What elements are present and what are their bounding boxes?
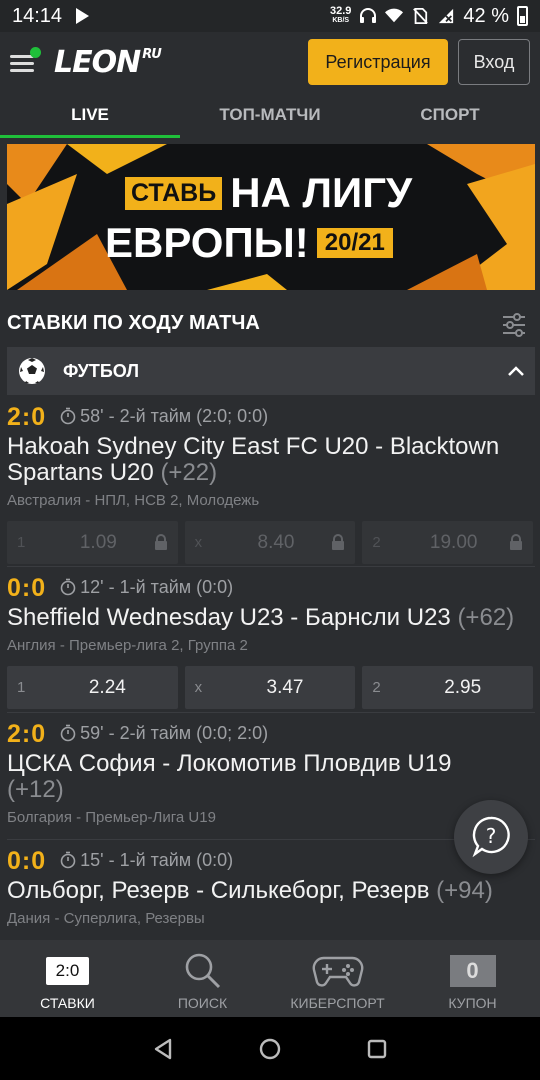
match-league: Англия - Премьер-лига 2, Группа 2 [7, 637, 248, 654]
no-sim-icon [413, 8, 429, 24]
banner-tag: СТАВЬ [125, 176, 223, 210]
bottom-nav: 2:0 СТАВКИ ПОИСК КИБЕРСПОРТ 0 КУПОН [0, 940, 540, 1017]
headphones-icon [360, 8, 377, 23]
tab-live[interactable]: LIVE [0, 92, 180, 138]
match-time: 59' - 2-й тайм (0:0; 2:0) [80, 722, 269, 743]
match-score: 2:0 [7, 403, 47, 431]
odd-button-x[interactable]: x 3.47 [184, 666, 356, 709]
match-card[interactable]: 2:0 58' - 2-й тайм (2:0; 0:0) Hakoah Syd… [0, 403, 540, 564]
match-teams: Hakoah Sydney City East FC U20 - Blackto… [7, 433, 500, 486]
match-card[interactable]: 0:0 15' - 1-й тайм (0:0) Ольборг, Резерв… [0, 847, 540, 927]
gamepad-icon [312, 956, 363, 987]
match-teams: Ольборг, Резерв - Силькеборг, Резерв [7, 877, 430, 904]
nav-label: КУПОН [448, 995, 497, 1011]
stopwatch-icon [60, 851, 76, 869]
match-time: 12' - 1-й тайм (0:0) [80, 576, 234, 597]
live-score-badge: 2:0 [45, 957, 90, 985]
odd-button-2[interactable]: 2 2.95 [362, 666, 534, 709]
divider [7, 566, 535, 567]
status-time: 14:14 [12, 4, 63, 27]
chevron-up-icon[interactable] [507, 365, 525, 377]
more-markets-count[interactable]: (+94) [436, 877, 493, 904]
banner-headline-2: ЕВРОПЫ! [105, 219, 309, 266]
app-header: LEON RU Регистрация Вход [0, 32, 540, 92]
battery-icon [517, 6, 528, 26]
main-tabs: LIVE ТОП-МАТЧИ СПОРТ [0, 92, 540, 138]
odd-button-1[interactable]: 1 2.24 [7, 666, 178, 709]
signal-icon [439, 8, 454, 24]
lock-icon [510, 534, 523, 550]
tab-top-matches[interactable]: ТОП-МАТЧИ [180, 92, 360, 138]
sport-name: ФУТБОЛ [63, 360, 139, 381]
match-league: Дания - Суперлига, Резервы [7, 910, 205, 927]
section-title: СТАВКИ ПО ХОДУ МАТЧА [7, 312, 260, 334]
nav-label: СТАВКИ [40, 995, 95, 1011]
match-score: 0:0 [7, 847, 47, 875]
search-icon [185, 953, 220, 989]
soccer-ball-icon [19, 358, 45, 384]
promo-banner[interactable]: СТАВЬ НА ЛИГУ ЕВРОПЫ! 20/21 [7, 144, 535, 290]
status-bar: 14:14 32.9 KB/S 42 % [0, 0, 540, 32]
match-league: Болгария - Премьер-Лига U19 [7, 809, 216, 826]
network-speed: 32.9 KB/S [329, 5, 352, 25]
menu-button[interactable] [10, 47, 42, 75]
match-score: 2:0 [7, 720, 47, 748]
more-markets-count[interactable]: (+22) [160, 459, 217, 486]
stopwatch-icon [60, 724, 76, 742]
match-teams: Sheffield Wednesday U23 - Барнсли U23 [7, 604, 451, 631]
filter-settings-icon[interactable] [502, 312, 526, 338]
help-chat-icon: ? [472, 816, 510, 858]
home-icon[interactable] [259, 1038, 281, 1060]
battery-percent: 42 % [463, 4, 509, 27]
notification-dot [30, 47, 41, 58]
system-navigation-bar [0, 1017, 540, 1080]
nav-coupon[interactable]: 0 КУПОН [405, 940, 540, 1017]
register-button[interactable]: Регистрация [308, 39, 448, 85]
media-play-icon [76, 8, 90, 24]
match-time: 15' - 1-й тайм (0:0) [80, 849, 234, 870]
match-card[interactable]: 0:0 12' - 1-й тайм (0:0) Sheffield Wedne… [0, 574, 540, 709]
login-button[interactable]: Вход [458, 39, 530, 85]
nav-bets[interactable]: 2:0 СТАВКИ [0, 940, 135, 1017]
lock-icon [154, 534, 167, 550]
wifi-icon [385, 8, 404, 23]
odd-button-1[interactable]: 1 1.09 [7, 521, 178, 564]
odd-button-2[interactable]: 2 19.00 [362, 521, 534, 564]
nav-label: КИБЕРСПОРТ [290, 995, 385, 1011]
nav-search[interactable]: ПОИСК [135, 940, 270, 1017]
stopwatch-icon [60, 578, 76, 596]
nav-label: ПОИСК [177, 995, 228, 1011]
match-card[interactable]: 2:0 59' - 2-й тайм (0:0; 2:0) ЦСКА София… [0, 720, 540, 826]
match-league: Австралия - НПЛ, НСВ 2, Молодежь [7, 492, 260, 509]
match-time: 58' - 2-й тайм (2:0; 0:0) [80, 405, 269, 426]
help-button[interactable]: ? [454, 800, 528, 874]
svg-text:?: ? [486, 824, 497, 848]
back-icon[interactable] [152, 1038, 174, 1060]
banner-headline-1: НА ЛИГУ [230, 169, 413, 216]
match-score: 0:0 [7, 574, 47, 602]
banner-season: 20/21 [316, 228, 393, 258]
more-markets-count[interactable]: (+62) [457, 604, 514, 631]
coupon-count-badge: 0 [449, 955, 496, 987]
more-markets-count[interactable]: (+12) [7, 776, 64, 803]
stopwatch-icon [60, 407, 76, 425]
nav-esports[interactable]: КИБЕРСПОРТ [270, 940, 405, 1017]
sport-header-football[interactable]: ФУТБОЛ [7, 347, 535, 395]
odd-button-x[interactable]: x 8.40 [184, 521, 356, 564]
leon-logo[interactable]: LEON RU [54, 45, 162, 80]
divider [7, 712, 535, 713]
recents-icon[interactable] [366, 1038, 388, 1060]
match-teams: ЦСКА София - Локомотив Пловдив U19 [7, 750, 452, 777]
banner-background [7, 144, 535, 290]
tab-sport[interactable]: СПОРТ [360, 92, 540, 138]
lock-icon [332, 534, 345, 550]
